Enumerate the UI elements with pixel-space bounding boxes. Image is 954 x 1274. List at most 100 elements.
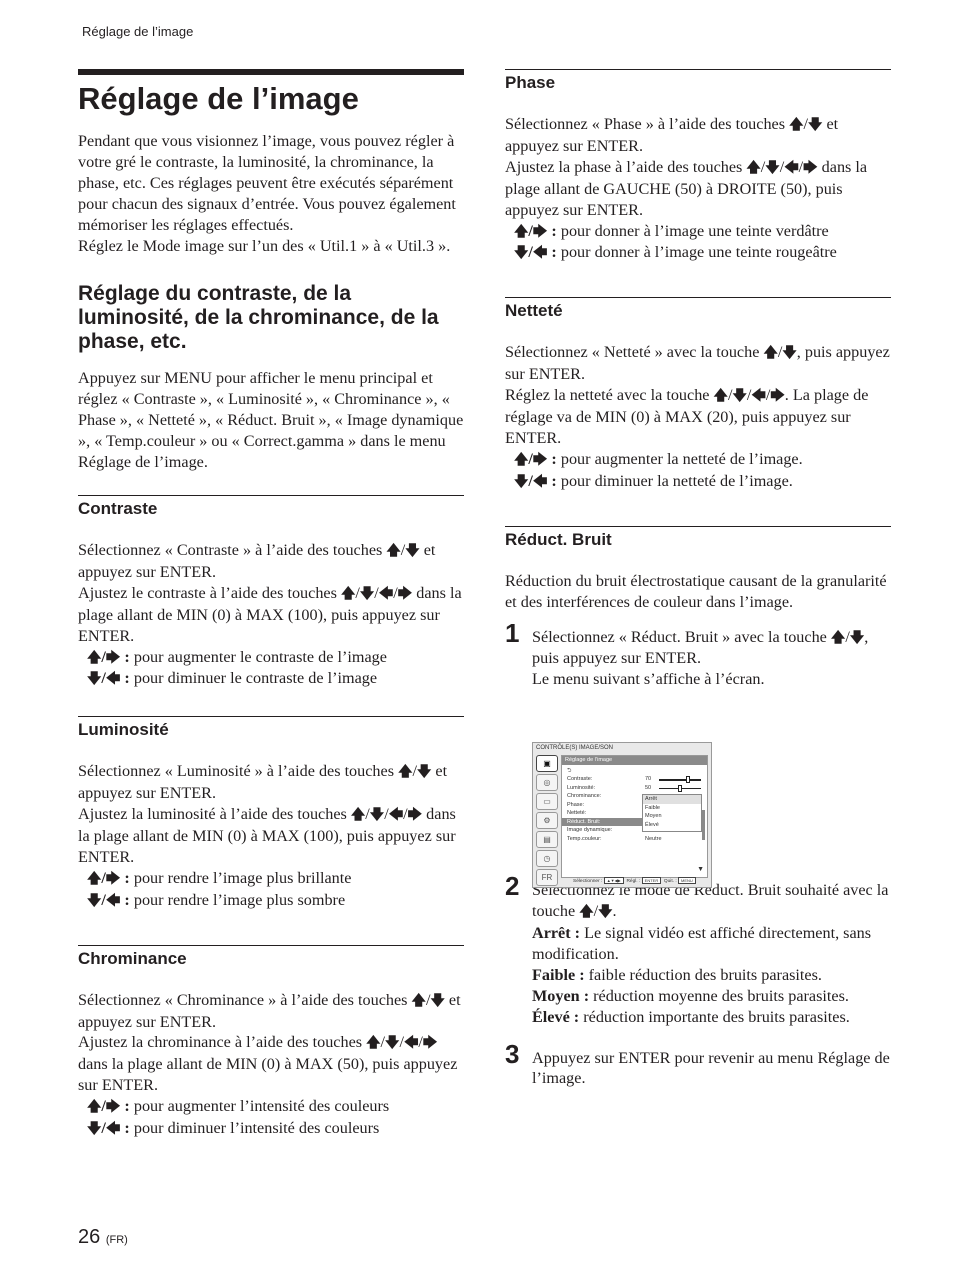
title-rule [78,69,464,75]
up-arrow-icon: 🡅 [514,223,529,240]
down-arrow-icon: 🡇 [87,671,102,688]
down-arrow-icon: 🡇 [359,585,375,602]
right-arrow-icon: 🡆 [532,451,548,468]
page-number-value: 26 [78,1226,101,1248]
osd-slider [659,776,701,783]
left-arrow-icon: 🡄 [388,807,404,824]
key-decrease: 🡇/🡄 : pour diminuer le contraste de l’im… [87,669,378,688]
page-lang: (FR) [105,1234,128,1246]
text: pour augmenter l’intensité des couleurs [133,1097,390,1116]
intro-paragraph: Pendant que vous visionnez l’image, vous… [78,132,456,234]
intro-note: Réglez le Mode image sur l’un des « Util… [78,236,451,255]
option-term: Arrêt : [532,924,581,943]
subsection-heading: Réduct. Bruit [505,529,612,549]
left-arrow-icon: 🡄 [532,473,548,490]
key-decrease: 🡇/🡄 : pour donner à l’image une teinte r… [514,243,837,262]
subsection-heading: Netteté [505,301,563,321]
instruction-select: Sélectionnez « Contraste » à l’aide des … [78,540,436,581]
key-decrease: 🡇/🡄 : pour diminuer l’intensité des coul… [87,1119,380,1138]
text: Sélectionnez « Luminosité » à l’aide des… [78,762,399,781]
option-desc: réduction moyenne des bruits parasites. [593,986,849,1005]
right-arrow-icon: 🡆 [407,807,423,824]
key-increase: 🡅/🡆 : pour augmenter le contraste de l’i… [87,647,387,666]
subsection-heading: Chrominance [78,948,187,968]
osd-panel-title: Réglage de l’image [562,756,707,765]
option-arret: Arrêt : Le signal vidéo est affiché dire… [532,923,891,965]
osd-row-value: 70 [645,776,652,782]
up-arrow-icon: 🡅 [746,159,761,176]
down-arrow-icon: 🡇 [405,542,420,559]
subsection-heading: Contraste [78,498,158,518]
options-icon: ▤ [536,831,558,848]
osd-row-value: Neutre [645,835,662,842]
osd-scrollbar [702,810,705,840]
left-column: Réglage de l’image Pendant que vous visi… [78,69,464,1140]
footer-set-label: Régl. : [626,878,641,884]
left-arrow-icon: 🡄 [105,1121,121,1138]
text: Ajustez le contraste à l’aide des touche… [78,583,341,602]
key-increase: 🡅/🡆 : pour donner à l’image une teinte v… [514,221,829,240]
text: Sélectionnez « Contraste » à l’aide des … [78,540,387,559]
up-arrow-icon: 🡅 [350,807,366,824]
text: pour donner à l’image une teinte rougeât… [560,243,837,262]
instruction-adjust: Ajustez la phase à l’aide des touches 🡅/… [505,157,868,219]
osd-icon-sidebar: ▣ ◎ ▭ ⚙ ▤ ◷ FR [536,755,559,888]
right-column: Phase Sélectionnez « Phase » à l’aide de… [505,69,891,1089]
left-arrow-icon: 🡄 [532,245,548,262]
text: Le menu suivant s’affiche à l’écran. [532,670,765,689]
option-desc: réduction importante des bruits parasite… [583,1007,850,1026]
left-arrow-icon: 🡄 [784,159,799,176]
option-moyen: Moyen : réduction moyenne des bruits par… [532,986,891,1007]
osd-slider-knob [686,776,691,783]
back-icon: ⮌ [567,768,572,774]
left-arrow-icon: 🡄 [105,671,121,688]
up-arrow-icon: 🡅 [398,764,413,781]
text: Ajustez la luminosité à l’aide des touch… [78,805,351,824]
up-arrow-icon: 🡅 [514,451,529,468]
running-head: Réglage de l’image [82,24,194,39]
osd-menu-row: Luminosité: [567,784,596,791]
language-icon: FR [536,869,558,886]
osd-menu-row: Chrominance: [567,793,602,799]
option-faible: Faible : faible réduction des bruits par… [532,965,891,986]
down-arrow-icon: 🡇 [416,764,432,781]
text: Appuyez sur ENTER pour revenir au menu R… [532,1048,890,1088]
subsection-luminosite: Luminosité Sélectionnez « Luminosité » à… [78,716,464,911]
sound-icon: ◎ [536,774,558,791]
osd-menu-row: Réduct. Bruit: [562,817,645,826]
page-number: 26 (FR) [78,1226,128,1249]
text: pour donner à l’image une teinte verdâtr… [560,221,829,240]
right-arrow-icon: 🡆 [803,159,818,176]
footer-select-label: Sélectionner : [573,878,603,884]
nav-keys-icon: ▲▼◀▶ [603,877,624,884]
osd-slider [659,784,701,792]
osd-footer: Sélectionner : ▲▼◀▶ Régl. : ENTER Quit. … [573,877,696,884]
footer-quit-label: Quit. : [663,878,677,884]
up-arrow-icon: 🡅 [87,870,102,887]
up-arrow-icon: 🡅 [87,1099,102,1116]
text: . [612,902,617,921]
page-title: Réglage de l’image [78,81,359,116]
instruction-select: Sélectionnez « Phase » à l’aide des touc… [505,115,839,155]
instruction-select: Sélectionnez « Chrominance » à l’aide de… [78,990,461,1031]
osd-dropdown: Arrêt Faible Moyen Élevé [642,794,702,832]
up-arrow-icon: 🡅 [366,1035,381,1052]
osd-menu-row: Temp.couleur: [567,835,602,842]
picture-icon: ▣ [536,755,558,772]
osd-menu-row: Image dynamique: [567,827,613,833]
step-number: 3 [505,1038,520,1069]
timer-icon: ◷ [536,850,558,867]
up-arrow-icon: 🡅 [763,345,778,362]
up-arrow-icon: 🡅 [386,542,401,559]
option-desc: faible réduction des bruits parasites. [588,965,822,984]
dropdown-option: Arrêt [643,795,701,804]
dropdown-option: Moyen [645,813,662,819]
down-arrow-icon: 🡇 [385,1035,400,1052]
text: pour rendre l’image plus brillante [133,868,352,887]
text: pour diminuer l’intensité des couleurs [133,1119,380,1138]
option-term: Faible : [532,965,585,984]
right-arrow-icon: 🡆 [105,1099,121,1116]
right-arrow-icon: 🡆 [422,1035,438,1052]
right-arrow-icon: 🡆 [770,388,785,405]
right-arrow-icon: 🡆 [105,649,121,666]
